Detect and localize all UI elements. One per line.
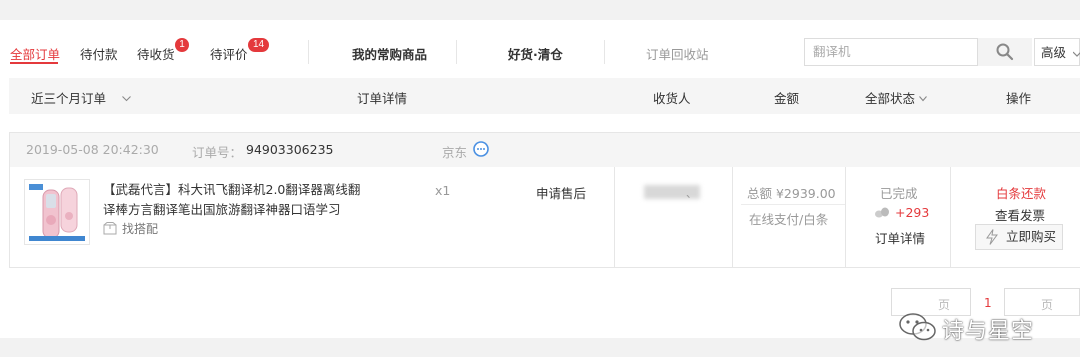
status-filter-label: 全部状态 [865, 91, 916, 106]
product-image[interactable] [24, 179, 90, 245]
divider [456, 40, 457, 64]
translator-device-image [29, 184, 85, 241]
current-page-number[interactable]: 1 [984, 296, 992, 310]
item-quantity: x1 [435, 183, 451, 198]
order-search-box [804, 38, 981, 66]
divider [845, 167, 846, 268]
find-match-label: 找搭配 [122, 222, 159, 236]
product-name-link[interactable]: 【武磊代言】科大讯飞翻译机2.0翻译器离线翻译棒方言翻译笔出国旅游翻译神器口语学… [103, 180, 368, 220]
order-list-panel: 全部订单 待付款 待收货 1 待评价 14 我的常购商品 好货·清仓 订单回收站… [0, 20, 1080, 344]
buy-again-label: 立即购买 [1006, 229, 1057, 244]
watermark-text: 诗与星空 [942, 319, 1035, 344]
column-header-receiver: 收货人 [653, 91, 691, 106]
find-match-link[interactable]: 找搭配 [103, 220, 158, 237]
chat-icon[interactable] [472, 141, 490, 158]
tab-order-recycle-bin[interactable]: 订单回收站 [646, 44, 709, 63]
buy-again-button[interactable]: 立即购买 [975, 224, 1063, 250]
receiver-name-tail: 、 [686, 187, 697, 200]
beans-icon [875, 207, 889, 218]
column-header-actions: 操作 [1006, 91, 1032, 106]
apply-after-sales-link[interactable]: 申请售后 [536, 183, 586, 202]
watermark: 诗与星空 [898, 312, 1048, 344]
advanced-search-dropdown[interactable]: 高级 [1034, 38, 1080, 66]
payment-method: 在线支付/白条 [749, 212, 829, 227]
order-datetime: 2019-05-08 20:42:30 [26, 142, 159, 157]
order-tabs: 全部订单 待付款 待收货 1 待评价 14 我的常购商品 好货·清仓 订单回收站… [0, 20, 1080, 68]
search-button[interactable] [978, 38, 1032, 66]
pending-receipt-count-badge: 1 [175, 38, 189, 52]
order-item: 2019-05-08 20:42:30 订单号： 94903306235 京东 [9, 132, 1080, 268]
time-range-label: 近三个月订单 [31, 91, 107, 106]
advanced-search-label: 高级 [1041, 45, 1067, 60]
tab-all-orders[interactable]: 全部订单 [10, 44, 60, 63]
tab-pending-receipt[interactable]: 待收货 [137, 44, 175, 63]
divider [308, 40, 309, 64]
prev-page-label: 页 [938, 298, 951, 312]
jd-beans-value: +293 [895, 205, 930, 220]
chevron-down-icon [919, 96, 927, 102]
jd-beans-reward: +293 [874, 205, 929, 220]
tab-pending-payment[interactable]: 待付款 [80, 44, 118, 63]
baitiao-repay-link[interactable]: 白条还款 [996, 183, 1046, 202]
divider [614, 167, 615, 268]
tab-pending-review[interactable]: 待评价 [210, 44, 248, 63]
tab-frequent-items[interactable]: 我的常购商品 [352, 44, 427, 63]
package-icon [103, 222, 117, 235]
tab-clearance[interactable]: 好货·清仓 [508, 44, 563, 63]
lightning-icon [986, 229, 998, 245]
divider [741, 204, 845, 205]
divider [950, 167, 951, 268]
order-total: 总额 ¥2939.00 [747, 186, 836, 201]
column-header-detail: 订单详情 [357, 91, 408, 106]
order-status: 已完成 [880, 186, 918, 201]
order-search-input[interactable] [805, 39, 981, 63]
wechat-logo-icon [899, 313, 936, 341]
chevron-down-icon [122, 96, 131, 102]
order-number[interactable]: 94903306235 [246, 142, 333, 157]
divider [604, 40, 605, 64]
divider [732, 167, 733, 268]
chevron-down-icon [1073, 51, 1080, 57]
next-page-label: 页 [1041, 298, 1054, 312]
order-detail-link[interactable]: 订单详情 [875, 228, 925, 247]
search-icon [996, 43, 1014, 61]
status-filter[interactable]: 全部状态 [865, 88, 927, 107]
order-header: 2019-05-08 20:42:30 订单号： 94903306235 京东 [10, 133, 1080, 167]
active-tab-indicator [10, 62, 58, 64]
pending-review-count-badge: 14 [248, 38, 269, 52]
time-range-filter[interactable]: 近三个月订单 [31, 88, 131, 107]
view-invoice-link[interactable]: 查看发票 [995, 205, 1045, 224]
column-header-amount: 金额 [774, 91, 800, 106]
order-number-label: 订单号： [192, 145, 243, 160]
order-table-header: 近三个月订单 订单详情 收货人 金额 全部状态 操作 [9, 78, 1080, 114]
shop-name[interactable]: 京东 [442, 142, 467, 161]
